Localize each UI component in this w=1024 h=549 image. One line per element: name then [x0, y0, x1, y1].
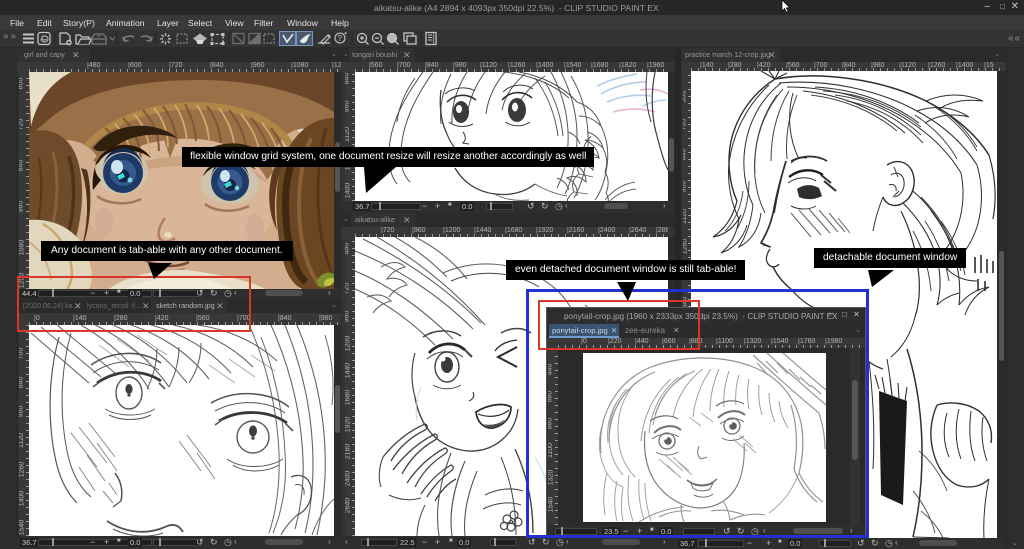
svg-text:?: ? — [337, 33, 342, 43]
